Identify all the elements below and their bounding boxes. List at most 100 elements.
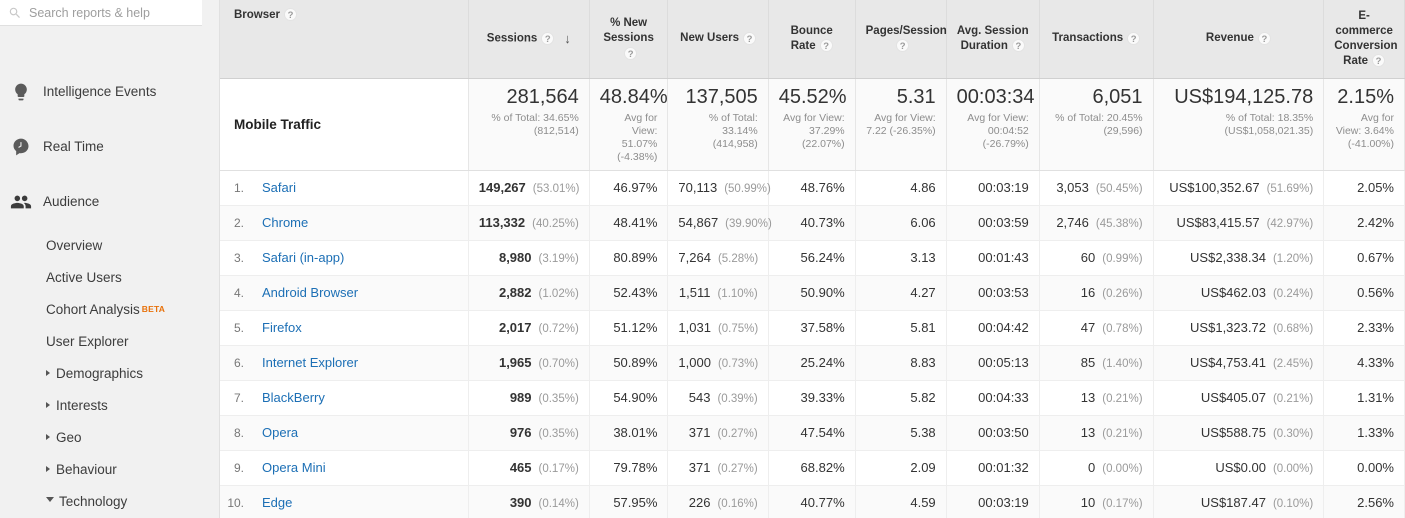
help-icon[interactable]: ? <box>1372 54 1386 68</box>
cell-percent: (5.28%) <box>717 253 759 265</box>
table-row: 1. Safari 149,267 (53.01%) 46.97% 70,113 (50.9… <box>220 170 1405 206</box>
sort-descending-icon[interactable]: ↓ <box>564 31 571 46</box>
table-row: 6. Internet Explorer 1,965 (0.70%) 50.89% 1,0… <box>220 345 1405 381</box>
cell-new-users: 54,867 (39.90%) <box>667 205 772 241</box>
column-header-pages-per-session[interactable]: Pages/Session? <box>855 0 947 79</box>
cell-value: 4.33% <box>1357 355 1394 370</box>
cell-value: US$83,415.57 <box>1176 215 1260 230</box>
search-bar[interactable] <box>0 0 202 26</box>
cell-percent: (1.20%) <box>1272 253 1314 265</box>
cell-revenue: US$1,323.72 (0.68%) <box>1153 310 1325 346</box>
summary-note: % of Total: 33.14% (414,958) <box>708 111 758 150</box>
browser-link[interactable]: Opera <box>262 425 298 440</box>
help-icon[interactable]: ? <box>284 8 298 22</box>
cell-value: 00:03:19 <box>978 180 1029 195</box>
browser-link[interactable]: Edge <box>262 495 292 510</box>
row-number: 9. <box>233 460 244 475</box>
column-header-new-sessions[interactable]: % New Sessions? <box>589 0 669 79</box>
chevron-down-icon <box>46 497 54 505</box>
cell-percent: (0.24%) <box>1272 288 1314 300</box>
help-icon[interactable]: ? <box>541 31 555 45</box>
browser-link[interactable]: Chrome <box>262 215 308 230</box>
sidebar-item-active-users[interactable]: Active Users <box>0 261 219 293</box>
summary-note: % of Total: 20.45% (29,596) <box>1055 111 1143 137</box>
column-header-transactions[interactable]: Transactions? <box>1039 0 1154 79</box>
cell-value: 2,017 <box>498 320 532 335</box>
row-number: 10. <box>227 495 244 510</box>
sidebar-item-cohort-analysis[interactable]: Cohort Analysis BETA <box>0 293 219 325</box>
cell-value: 4.86 <box>910 180 936 195</box>
cell-value: 976 <box>509 425 532 440</box>
cell-sessions: 465 (0.17%) <box>468 450 590 486</box>
sidebar-item-technology[interactable]: Technology <box>0 485 219 517</box>
column-header-avg-session-duration[interactable]: Avg. Session Duration? <box>946 0 1040 79</box>
cell-value: 46.97% <box>613 180 658 195</box>
help-icon[interactable]: ? <box>896 39 910 53</box>
column-header-label: Sessions <box>486 32 538 45</box>
cell-value: 2.56% <box>1357 495 1394 510</box>
column-header-browser[interactable]: Browser? <box>220 0 469 79</box>
column-header-bounce-rate[interactable]: Bounce Rate? <box>768 0 856 79</box>
sidebar-item-label: Cohort Analysis <box>46 301 140 317</box>
help-icon[interactable]: ? <box>1127 31 1141 45</box>
sidebar-item-demographics[interactable]: Demographics <box>0 357 219 389</box>
column-header-sessions[interactable]: Sessions? ↓ <box>468 0 590 79</box>
sidebar-item-real-time[interactable]: Real Time <box>0 119 219 174</box>
row-dimension-cell: 2. Chrome <box>220 205 469 241</box>
sidebar-item-audience[interactable]: Audience <box>0 174 219 229</box>
summary-value: 281,564 <box>506 85 579 108</box>
browser-link[interactable]: BlackBerry <box>262 390 325 405</box>
cell-avg-session-duration: 00:03:53 <box>946 275 1040 311</box>
cell-value: 0.00% <box>1357 460 1394 475</box>
column-header-ecommerce-conversion-rate[interactable]: E-commerce Conversion Rate? <box>1323 0 1405 79</box>
cell-ecommerce-conversion-rate: 1.33% <box>1323 415 1405 451</box>
cell-pages-per-session: 3.13 <box>855 240 947 276</box>
cell-pages-per-session: 5.81 <box>855 310 947 346</box>
summary-note: % of Total: 18.35% (US$1,058,021.35) <box>1224 111 1314 137</box>
browser-link[interactable]: Android Browser <box>262 285 358 300</box>
cell-value: US$405.07 <box>1200 390 1266 405</box>
cell-value: 371 <box>688 460 711 475</box>
browser-link[interactable]: Opera Mini <box>262 460 326 475</box>
column-header-new-users[interactable]: New Users? <box>667 0 769 79</box>
row-dimension-cell: 5. Firefox <box>220 310 469 346</box>
cell-value: 25.24% <box>800 355 845 370</box>
row-dimension-cell: 1. Safari <box>220 170 469 206</box>
sidebar-item-geo[interactable]: Geo <box>0 421 219 453</box>
cell-value: 54.90% <box>613 390 658 405</box>
sidebar-item-interests[interactable]: Interests <box>0 389 219 421</box>
sidebar-item-user-explorer[interactable]: User Explorer <box>0 325 219 357</box>
cell-percent: (0.27%) <box>717 428 758 440</box>
cell-ecommerce-conversion-rate: 2.56% <box>1323 485 1405 518</box>
help-icon[interactable]: ? <box>819 39 833 53</box>
browser-link[interactable]: Internet Explorer <box>262 355 358 370</box>
browser-link[interactable]: Firefox <box>262 320 302 335</box>
cell-value: 56.24% <box>800 250 845 265</box>
sidebar-item-label: Geo <box>56 429 82 445</box>
cell-value: 5.82 <box>910 390 936 405</box>
chevron-right-icon <box>46 466 50 472</box>
cell-value: 113,332 <box>478 215 526 230</box>
cell-revenue: US$462.03 (0.24%) <box>1153 275 1325 311</box>
chevron-right-icon <box>46 370 50 376</box>
sidebar-item-behaviour[interactable]: Behaviour <box>0 453 219 485</box>
help-icon[interactable]: ? <box>1257 31 1271 45</box>
sidebar-item-overview[interactable]: Overview <box>0 229 219 261</box>
help-icon[interactable]: ? <box>1011 39 1025 53</box>
cell-revenue: US$4,753.41 (2.45%) <box>1153 345 1325 381</box>
column-header-revenue[interactable]: Revenue? <box>1153 0 1325 79</box>
help-icon[interactable]: ? <box>624 46 638 60</box>
cell-percent: (0.26%) <box>1102 288 1143 300</box>
summary-value: 45.52% <box>778 85 847 108</box>
browser-report-table: Browser? Sessions? ↓ % New Sessions? New … <box>220 0 1405 518</box>
sidebar-item-intelligence-events[interactable]: Intelligence Events <box>0 64 219 119</box>
browser-link[interactable]: Safari <box>262 180 296 195</box>
search-input[interactable] <box>29 5 194 20</box>
cell-ecommerce-conversion-rate: 4.33% <box>1323 345 1405 381</box>
row-number: 6. <box>233 355 244 370</box>
help-icon[interactable]: ? <box>742 31 756 45</box>
cell-value: 7,264 <box>678 250 711 265</box>
browser-link[interactable]: Safari (in-app) <box>262 250 344 265</box>
cell-bounce-rate: 39.33% <box>768 380 856 416</box>
column-header-label: Browser <box>234 9 281 21</box>
